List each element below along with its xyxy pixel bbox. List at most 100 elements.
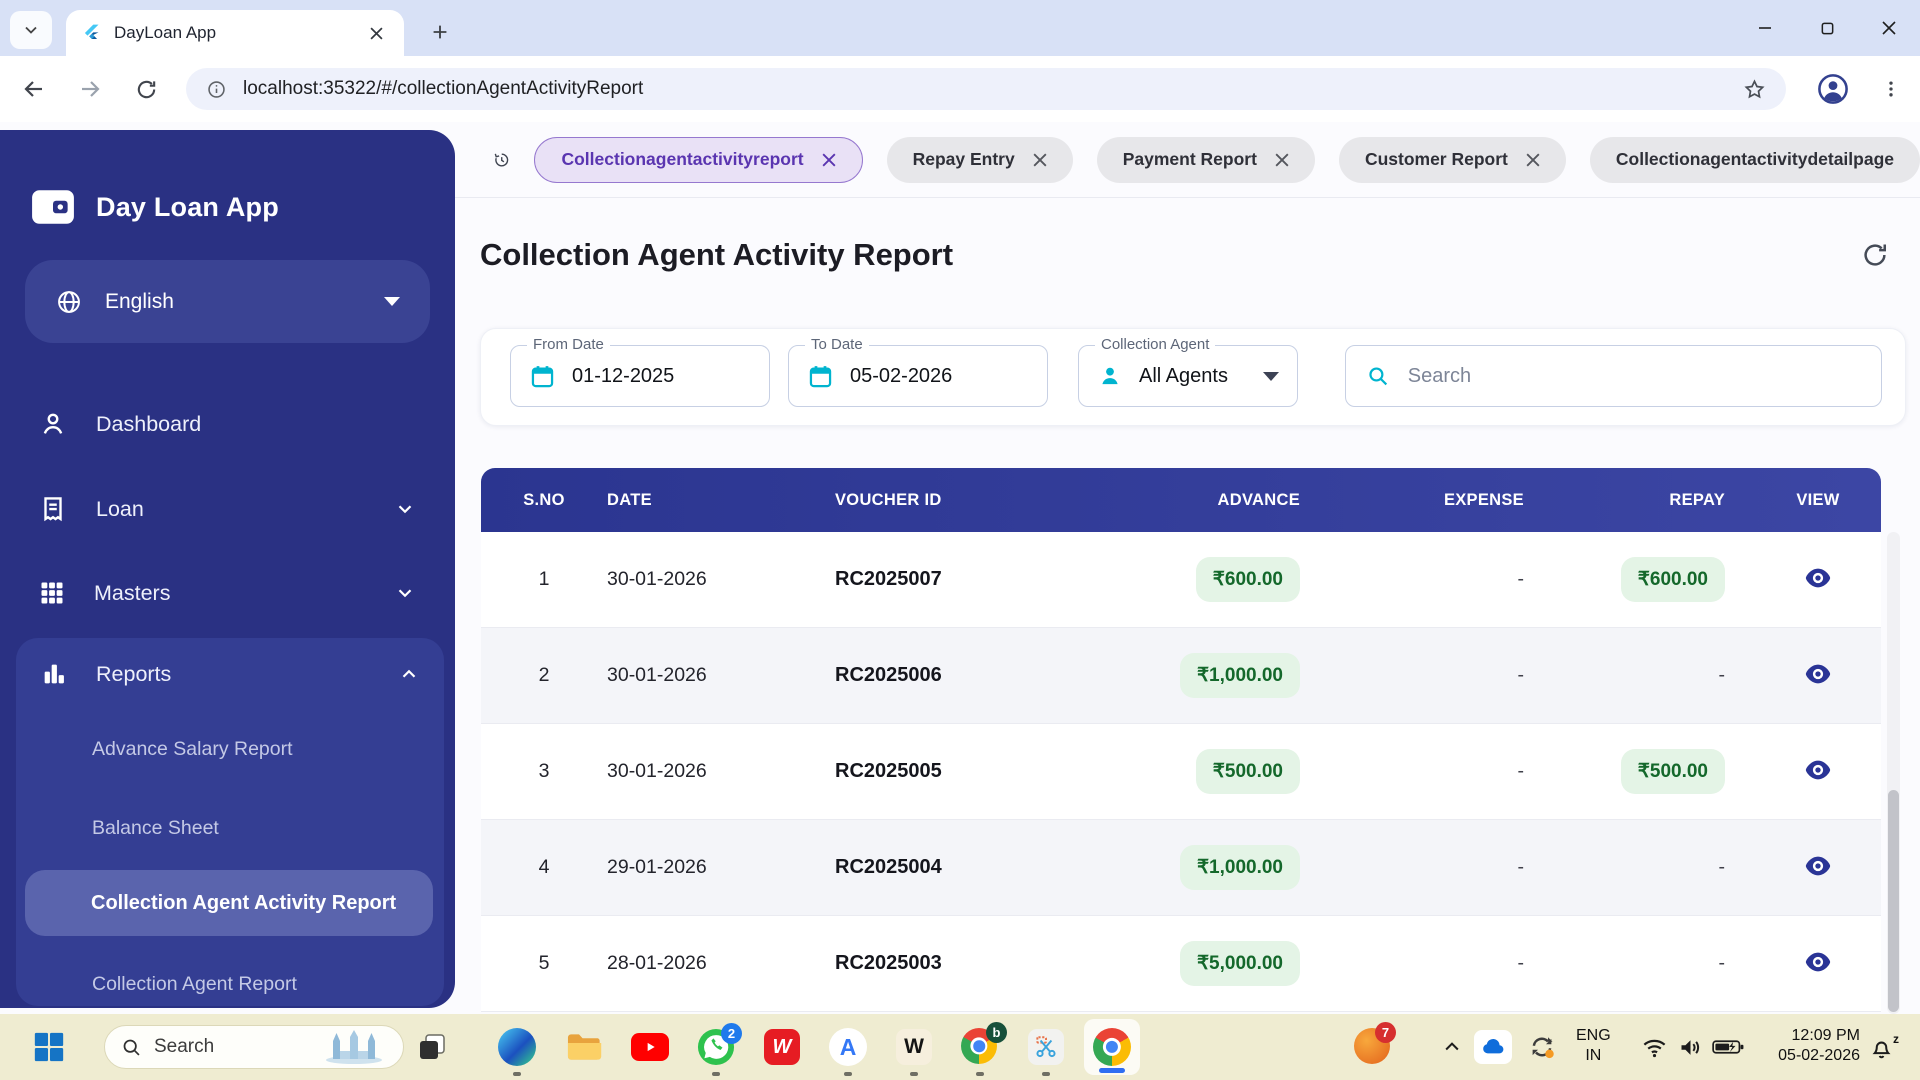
advance-amount: ₹500.00 <box>1195 749 1300 794</box>
search-field[interactable] <box>1345 345 1882 407</box>
browser-urlbar: localhost:35322/#/collectionAgentActivit… <box>0 56 1920 122</box>
column-header-sno: S.NO <box>523 490 565 509</box>
file-explorer-icon[interactable] <box>562 1026 604 1068</box>
chrome-profile-b-icon[interactable]: b <box>959 1022 1007 1068</box>
chevron-down-icon <box>398 505 412 514</box>
url-field[interactable]: localhost:35322/#/collectionAgentActivit… <box>186 68 1786 110</box>
start-button[interactable] <box>28 1026 70 1068</box>
browser-menu-button[interactable] <box>1872 70 1910 108</box>
view-button[interactable] <box>1801 852 1835 880</box>
tab-search-button[interactable] <box>10 11 52 49</box>
sidebar-item-loan[interactable]: Loan <box>12 477 442 541</box>
receipt-icon <box>44 497 62 522</box>
minimize-button[interactable] <box>1734 0 1796 56</box>
table-row: 1 30-01-2026 RC2025007 ₹600.00 - ₹600.00 <box>481 532 1881 628</box>
tray-expand-chevron[interactable] <box>1437 1026 1467 1068</box>
back-button[interactable] <box>12 67 56 111</box>
chrome-active-icon[interactable] <box>1084 1019 1140 1075</box>
sub-item-label: Collection Agent Report <box>92 972 297 995</box>
browser-profile-avatar[interactable] <box>1814 70 1852 108</box>
input-language-indicator[interactable]: ENG IN <box>1576 1026 1611 1066</box>
w-app-icon[interactable]: W <box>893 1026 935 1068</box>
wifi-icon[interactable] <box>1638 1026 1670 1068</box>
taskbar-search[interactable]: Search <box>104 1025 404 1069</box>
field-label: From Date <box>527 336 610 353</box>
snipping-tool-icon[interactable] <box>1025 1026 1067 1068</box>
search-input[interactable] <box>1407 364 1861 388</box>
chip-label: Customer Report <box>1364 149 1508 169</box>
tray-app-icon[interactable]: 7 <box>1352 1022 1396 1068</box>
expense-amount: - <box>1517 760 1525 782</box>
page-chip-repay-entry[interactable]: Repay Entry <box>886 136 1073 183</box>
onedrive-icon[interactable] <box>1472 1026 1514 1068</box>
collection-agent-select[interactable]: Collection Agent All Agents <box>1078 336 1298 407</box>
refresh-button[interactable] <box>1855 235 1895 275</box>
taskbar-clock[interactable]: 12:09 PM 05-02-2026 <box>1760 1026 1860 1066</box>
page-chip-collectionagentactivityreport[interactable]: Collectionagentactivityreport <box>534 136 863 183</box>
wps-office-icon[interactable]: W <box>761 1026 803 1068</box>
tray-time: 12:09 PM <box>1791 1027 1860 1044</box>
app-store-icon[interactable]: A <box>827 1026 869 1068</box>
browser-tabstrip: DayLoan App <box>0 0 1920 56</box>
battery-icon[interactable] <box>1710 1026 1746 1068</box>
chip-close-icon[interactable] <box>1033 153 1047 167</box>
volume-icon[interactable] <box>1674 1026 1706 1068</box>
whatsapp-icon[interactable]: 2 <box>695 1023 742 1068</box>
search-icon <box>123 1039 140 1056</box>
browser-tab[interactable]: DayLoan App <box>66 10 404 56</box>
sidebar-item-label: Masters <box>94 580 171 605</box>
tab-close-icon[interactable] <box>364 21 388 45</box>
advance-amount: ₹1,000.00 <box>1179 653 1300 698</box>
youtube-icon[interactable] <box>629 1026 671 1068</box>
sub-item-label: Collection Agent Activity Report <box>91 891 397 914</box>
sidebar-item-collection-agent-report[interactable]: Collection Agent Report <box>16 958 444 1010</box>
sidebar-item-reports[interactable]: Reports <box>16 642 444 706</box>
bookmark-star-icon[interactable] <box>1743 78 1766 101</box>
reload-button[interactable] <box>124 67 168 111</box>
sync-icon[interactable] <box>1524 1026 1560 1068</box>
site-info-icon[interactable] <box>206 79 227 100</box>
sidebar-item-balance-sheet[interactable]: Balance Sheet <box>16 802 444 854</box>
from-date-field[interactable]: From Date 01-12-2025 <box>510 336 770 407</box>
edge-browser-icon[interactable] <box>496 1026 538 1068</box>
table-scrollbar[interactable] <box>1887 532 1900 1014</box>
sidebar-item-dashboard[interactable]: Dashboard <box>12 392 442 456</box>
view-button[interactable] <box>1801 948 1835 976</box>
from-date-value: 01-12-2025 <box>572 364 675 387</box>
maximize-button[interactable] <box>1796 0 1858 56</box>
page-chip-collectionagentactivitydetailpage[interactable]: Collectionagentactivitydetailpage <box>1589 136 1920 183</box>
sidebar-item-collection-agent-activity-report[interactable]: Collection Agent Activity Report <box>25 870 433 936</box>
sidebar-item-label: Reports <box>96 661 172 686</box>
column-header-date: DATE <box>607 490 652 509</box>
chip-close-icon[interactable] <box>1275 153 1289 167</box>
person-icon <box>43 413 63 434</box>
page-chip-customer-report[interactable]: Customer Report <box>1338 136 1566 183</box>
forward-button[interactable] <box>68 67 112 111</box>
field-label: To Date <box>805 336 869 353</box>
history-icon[interactable] <box>493 145 510 175</box>
chip-close-icon[interactable] <box>1526 153 1540 167</box>
sub-item-label: Balance Sheet <box>92 816 219 839</box>
language-dropdown[interactable]: English <box>25 260 430 343</box>
repay-amount: ₹600.00 <box>1620 557 1725 602</box>
sidebar-item-masters[interactable]: Masters <box>12 561 442 625</box>
page-chip-payment-report[interactable]: Payment Report <box>1096 136 1315 183</box>
chevron-down-icon <box>25 26 37 34</box>
view-button[interactable] <box>1801 756 1835 784</box>
sidebar-item-advance-salary-report[interactable]: Advance Salary Report <box>16 723 444 775</box>
scrollbar-thumb[interactable] <box>1888 790 1899 1012</box>
search-highlight-monument-graphic <box>326 1030 382 1064</box>
task-view-button[interactable] <box>411 1026 453 1068</box>
search-icon <box>1369 367 1388 386</box>
chip-close-icon[interactable] <box>822 153 836 167</box>
close-button[interactable] <box>1858 0 1920 56</box>
agent-person-icon <box>1102 367 1118 385</box>
lang-line1: ENG <box>1576 1027 1611 1044</box>
language-value: English <box>105 289 174 313</box>
to-date-value: 05-02-2026 <box>850 364 953 387</box>
view-button[interactable] <box>1801 660 1835 688</box>
view-button[interactable] <box>1801 564 1835 592</box>
to-date-field[interactable]: To Date 05-02-2026 <box>788 336 1048 407</box>
new-tab-button[interactable] <box>424 16 456 48</box>
bar-chart-icon <box>44 664 64 684</box>
